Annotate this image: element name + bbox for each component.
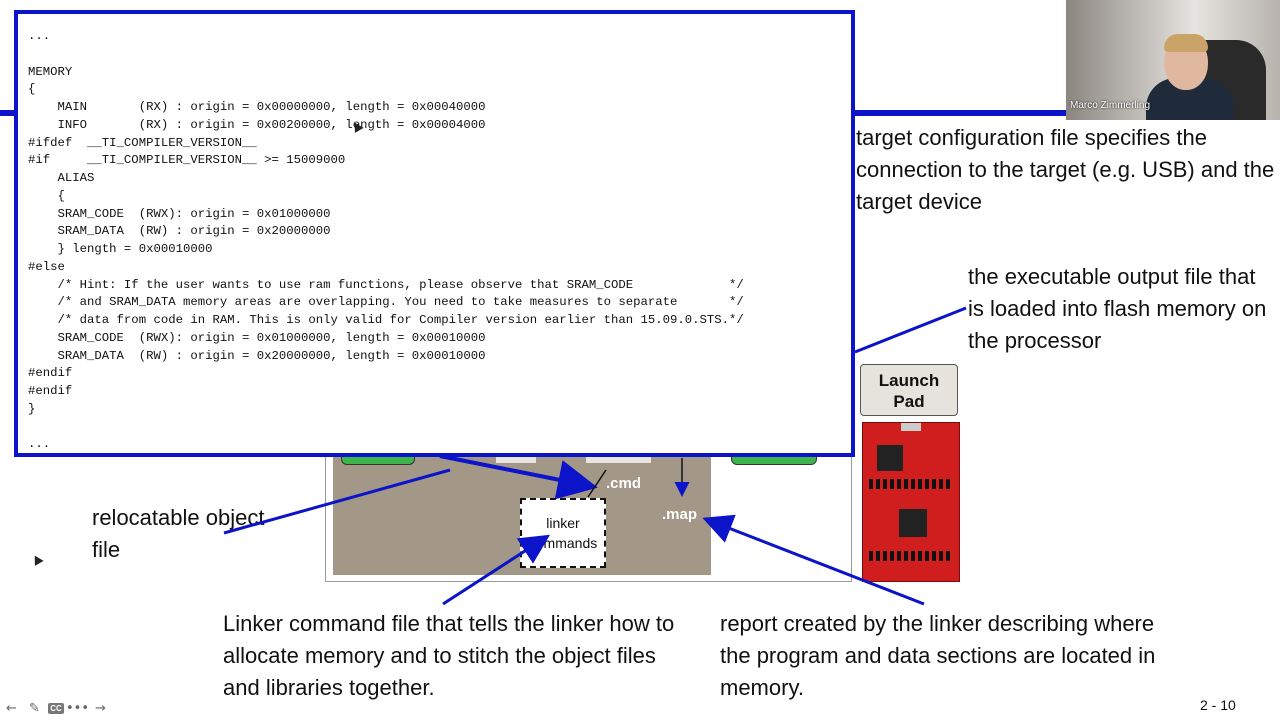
pen-icon[interactable]: ✎ bbox=[25, 700, 44, 717]
code-line: MAIN (RX) : origin = 0x00000000, length … bbox=[28, 100, 486, 114]
launchpad-board-image bbox=[862, 422, 960, 582]
code-line: ... bbox=[28, 29, 51, 43]
linker-commands-box: linker commands bbox=[520, 498, 606, 568]
board-chip bbox=[899, 509, 927, 537]
code-line: ... bbox=[28, 437, 51, 452]
linker-command-text: Linker command file that tells the linke… bbox=[223, 611, 675, 700]
map-file-label: .map bbox=[662, 506, 698, 523]
forward-icon[interactable]: → bbox=[91, 700, 110, 717]
presenter-hair bbox=[1164, 34, 1208, 52]
code-line: /* and SRAM_DATA memory areas are overla… bbox=[28, 295, 744, 310]
page-number: 2 - 10 bbox=[1200, 697, 1236, 713]
presenter-video: Marco Zimmerling bbox=[1066, 0, 1280, 120]
code-line: #ifdef __TI_COMPILER_VERSION__ bbox=[28, 135, 257, 150]
code-line: /* Hint: If the user wants to use ram fu… bbox=[28, 277, 744, 292]
code-line: SRAM_DATA (RW) : origin = 0x20000000 bbox=[28, 224, 331, 239]
cmd-file-label: .cmd bbox=[606, 475, 642, 492]
board-header-pins bbox=[869, 479, 953, 489]
code-line: /* data from code in RAM. This is only v… bbox=[28, 313, 744, 327]
code-line: } length = 0x00010000 bbox=[28, 242, 213, 256]
board-chip bbox=[877, 445, 903, 471]
launchpad-label-line: Launch bbox=[878, 371, 940, 390]
linker-box-line: linker bbox=[546, 515, 580, 531]
presenter-name: Marco Zimmerling bbox=[1070, 100, 1151, 111]
cc-icon[interactable]: CC bbox=[48, 703, 64, 714]
code-line: #if __TI_COMPILER_VERSION__ >= 15009000 bbox=[28, 153, 346, 168]
linker-cmd-code: ... MEMORY { MAIN (RX) : origin = 0x00000… bbox=[28, 28, 744, 454]
relocatable-object-text: relocatable object file bbox=[92, 505, 265, 562]
code-line: MEMORY bbox=[28, 64, 73, 79]
more-icon[interactable]: ••• bbox=[66, 700, 89, 717]
code-line: #endif bbox=[28, 384, 73, 398]
code-line: SRAM_CODE (RWX): origin = 0x01000000 bbox=[28, 206, 331, 221]
code-line: #else bbox=[28, 259, 65, 274]
board-header-pins bbox=[869, 551, 953, 561]
linker-report-text: report created by the linker describing … bbox=[720, 611, 1156, 700]
mouse-cursor bbox=[30, 553, 44, 566]
executable-output-text: the executable output file that is loade… bbox=[968, 264, 1267, 353]
code-line: #endif bbox=[28, 366, 73, 381]
linker-cmd-code-window[interactable]: ... MEMORY { MAIN (RX) : origin = 0x00000… bbox=[14, 10, 855, 457]
code-line: } bbox=[28, 401, 36, 416]
code-line: INFO (RX) : origin = 0x00200000, length … bbox=[28, 117, 486, 132]
code-line: SRAM_CODE (RWX): origin = 0x01000000, le… bbox=[28, 330, 486, 345]
arrow-executable bbox=[854, 306, 967, 354]
presentation-controls: ← ✎ CC ••• → bbox=[2, 700, 110, 718]
code-line: { bbox=[28, 188, 65, 203]
linker-box-line: commands bbox=[528, 535, 598, 551]
back-icon[interactable]: ← bbox=[2, 700, 21, 717]
code-line: SRAM_DATA (RW) : origin = 0x20000000, le… bbox=[28, 348, 486, 363]
code-line: { bbox=[28, 82, 36, 97]
launchpad-label-line: Pad bbox=[893, 392, 925, 411]
code-line: ALIAS bbox=[28, 171, 95, 185]
launchpad-label: Launch Pad bbox=[860, 364, 958, 416]
board-usb-port bbox=[901, 423, 921, 431]
target-config-text: target configuration file specifies the … bbox=[856, 125, 1275, 214]
